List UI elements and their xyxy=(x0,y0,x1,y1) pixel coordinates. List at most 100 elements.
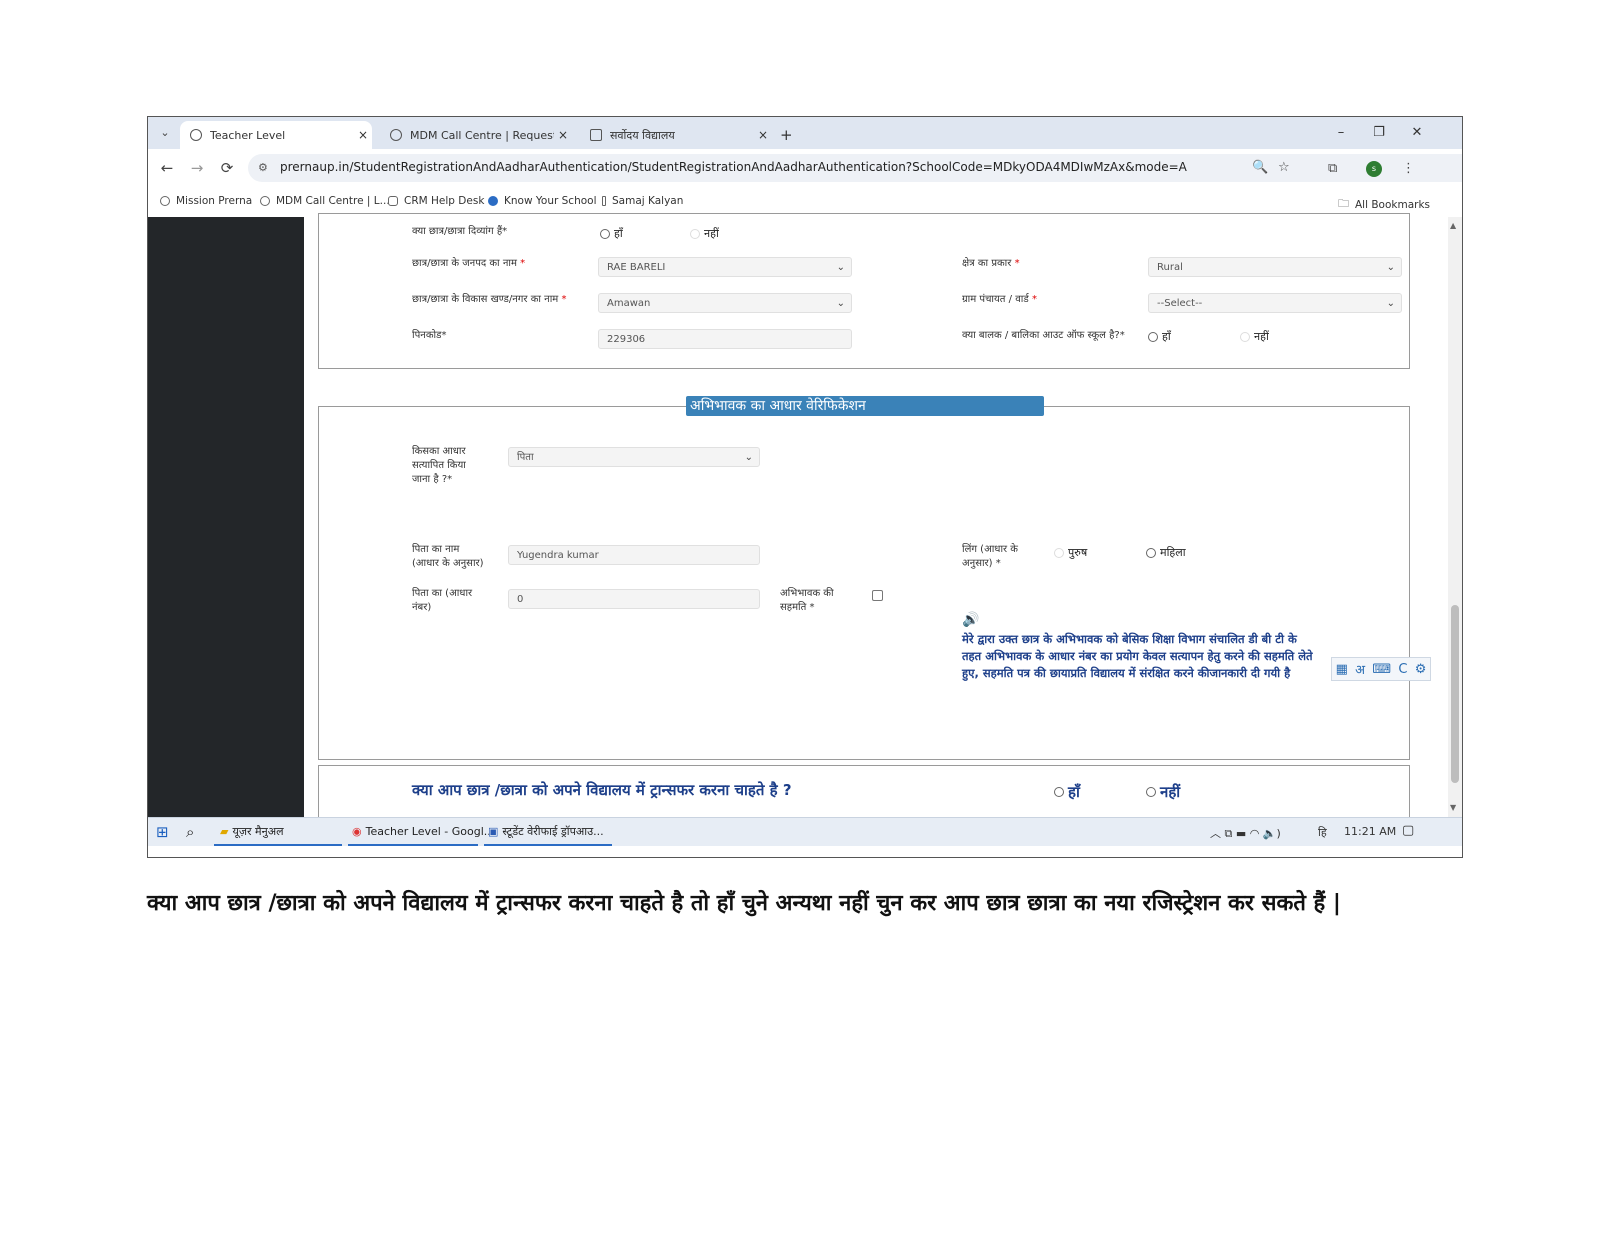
radio-label: हाँ xyxy=(1162,330,1171,343)
close-tab-icon[interactable]: × xyxy=(754,128,772,142)
page-scrollbar[interactable]: ▲ ▼ xyxy=(1448,217,1462,817)
tab-label: Teacher Level xyxy=(210,128,286,142)
label-line: पिता का नाम xyxy=(412,544,460,555)
minimize-button[interactable]: – xyxy=(1322,117,1360,149)
gender-female-radio[interactable]: महिला xyxy=(1146,545,1186,560)
bookmark-star-icon[interactable]: ☆ xyxy=(1278,160,1290,175)
bookmark-label: CRM Help Desk xyxy=(404,195,485,207)
taskbar-app-user-manual[interactable]: ▰ यूज़र मैनुअल xyxy=(214,818,342,846)
bookmark-know-your-school[interactable]: Know Your School xyxy=(488,195,597,207)
taskbar-app-word[interactable]: ▣ स्टूडेंट वेरीफाई ड्रॉपआउ... xyxy=(484,818,612,846)
radio-label: पुरुष xyxy=(1068,546,1088,559)
scrollbar-thumb[interactable] xyxy=(1451,605,1459,783)
radio-circle xyxy=(1054,787,1064,797)
radio-circle xyxy=(1146,547,1156,558)
radio-circle xyxy=(1148,331,1158,342)
disabled-yes-radio[interactable]: हाँ xyxy=(600,226,623,241)
taskbar-app-label: स्टूडेंट वेरीफाई ड्रॉपआउ... xyxy=(502,824,604,838)
radio-circle xyxy=(600,228,610,239)
profile-avatar[interactable]: s xyxy=(1366,161,1382,177)
radio-circle xyxy=(690,228,700,239)
clock[interactable]: 11:21 AM xyxy=(1344,825,1396,838)
father-name-label: पिता का नाम (आधार के अनुसार) xyxy=(412,543,484,571)
block-select[interactable]: Amawan ⌄ xyxy=(598,293,852,313)
tab-label: MDM Call Centre | Request xyxy=(410,128,554,142)
radio-label: नहीं xyxy=(1160,783,1181,801)
ime-c-toggle[interactable]: C xyxy=(1398,662,1407,677)
close-window-button[interactable]: ✕ xyxy=(1398,117,1436,149)
all-bookmarks-button[interactable]: 🗀 All Bookmarks xyxy=(1338,195,1430,214)
gear-icon[interactable]: ⚙ xyxy=(1415,662,1427,677)
area-type-select[interactable]: Rural ⌄ xyxy=(1148,257,1402,277)
chevron-down-icon: ⌄ xyxy=(1386,262,1395,273)
radio-label: हाँ xyxy=(1068,783,1080,801)
site-info-icon[interactable]: ⚙ xyxy=(258,161,268,174)
transfer-no-radio[interactable]: नहीं xyxy=(1146,782,1180,802)
scroll-up-icon[interactable]: ▲ xyxy=(1450,221,1456,230)
bookmark-samaj-kalyan[interactable]: Samaj Kalyan xyxy=(602,195,683,207)
zoom-icon[interactable]: 🔍 xyxy=(1252,160,1268,175)
district-select[interactable]: RAE BARELI ⌄ xyxy=(598,257,852,277)
new-tab-button[interactable]: + xyxy=(780,121,800,149)
whose-aadhaar-select[interactable]: पिता ⌄ xyxy=(508,447,760,467)
bookmark-mdm-call-centre[interactable]: MDM Call Centre | L... xyxy=(260,195,390,207)
tab-label: सर्वोदय विद्यालय xyxy=(610,128,675,142)
bookmark-label: MDM Call Centre | L... xyxy=(276,195,390,207)
tab-teacher-level[interactable]: Teacher Level × xyxy=(180,121,372,149)
speaker-icon[interactable]: 🔊 xyxy=(962,612,979,628)
bookmark-crm-help-desk[interactable]: CRM Help Desk xyxy=(388,195,484,207)
close-tab-icon[interactable]: × xyxy=(554,128,572,142)
menu-kebab-icon[interactable]: ⋮ xyxy=(1402,161,1415,176)
back-button[interactable]: ← xyxy=(156,158,178,178)
out-of-school-no-radio[interactable]: नहीं xyxy=(1240,329,1269,344)
chevron-down-icon: ⌄ xyxy=(836,262,845,273)
tab-mdm-call-centre[interactable]: MDM Call Centre | Request × xyxy=(380,121,572,149)
notification-icon[interactable]: ▢ xyxy=(1402,823,1414,838)
globe-icon xyxy=(390,129,402,141)
forward-button[interactable]: → xyxy=(186,158,208,178)
label-line: लिंग (आधार के xyxy=(962,544,1018,555)
address-bar[interactable]: ⚙ prernaup.in/StudentRegistrationAndAadh… xyxy=(248,154,1462,182)
pincode-label: पिनकोड* xyxy=(412,330,447,341)
chevron-down-icon: ⌄ xyxy=(744,452,753,463)
system-tray-icons[interactable]: ︿ ⧉ ▬ ◠ 🔈) xyxy=(1210,825,1281,841)
transfer-yes-radio[interactable]: हाँ xyxy=(1054,782,1080,802)
label-line: (आधार के अनुसार) xyxy=(412,558,484,569)
pincode-input[interactable]: 229306 xyxy=(598,329,852,349)
cloud-icon xyxy=(388,196,398,206)
ime-toolbar[interactable]: ▦ अ ⌨ C ⚙ xyxy=(1331,657,1431,681)
scroll-down-icon[interactable]: ▼ xyxy=(1450,803,1456,812)
sidebar-panel xyxy=(148,217,304,817)
close-tab-icon[interactable]: × xyxy=(354,128,372,142)
page-icon xyxy=(602,196,606,206)
taskbar-app-label: यूज़र मैनुअल xyxy=(232,824,284,838)
out-of-school-yes-radio[interactable]: हाँ xyxy=(1148,329,1171,344)
taskbar-app-chrome[interactable]: ◉ Teacher Level - Googl... xyxy=(348,818,494,846)
ime-hindi-toggle[interactable]: अ xyxy=(1355,660,1365,678)
restore-button[interactable]: ❐ xyxy=(1360,117,1398,149)
radio-label: महिला xyxy=(1160,546,1186,559)
start-button[interactable]: ⊞ xyxy=(156,818,169,846)
label-line: अभिभावक की xyxy=(780,588,834,599)
radio-circle xyxy=(1054,547,1064,558)
bookmark-mission-prerna[interactable]: Mission Prerna xyxy=(160,195,252,207)
instruction-caption: क्या आप छात्र /छात्रा को अपने विद्यालय म… xyxy=(147,891,1341,916)
globe-icon xyxy=(190,129,202,141)
tab-sarvoday-vidyalaya[interactable]: सर्वोदय विद्यालय × xyxy=(580,121,772,149)
consent-checkbox[interactable] xyxy=(872,590,883,601)
panchayat-select[interactable]: --Select-- ⌄ xyxy=(1148,293,1402,313)
radio-label: नहीं xyxy=(704,227,719,240)
reload-button[interactable]: ⟳ xyxy=(216,158,238,178)
father-aadhaar-input[interactable]: 0 xyxy=(508,589,760,609)
language-indicator[interactable]: हि xyxy=(1318,825,1327,840)
radio-circle xyxy=(1146,787,1156,797)
disabled-no-radio[interactable]: नहीं xyxy=(690,226,719,241)
chrome-icon: ◉ xyxy=(352,824,362,838)
search-icon[interactable]: ⌕ xyxy=(186,818,194,846)
father-name-input[interactable]: Yugendra kumar xyxy=(508,545,760,565)
extensions-icon[interactable]: ⧉ xyxy=(1328,161,1337,176)
ime-logo-icon[interactable]: ▦ xyxy=(1336,662,1348,677)
gender-male-radio[interactable]: पुरुष xyxy=(1054,545,1087,560)
keyboard-icon[interactable]: ⌨ xyxy=(1372,662,1391,677)
tab-search-dropdown[interactable]: ⌄ xyxy=(154,123,176,143)
